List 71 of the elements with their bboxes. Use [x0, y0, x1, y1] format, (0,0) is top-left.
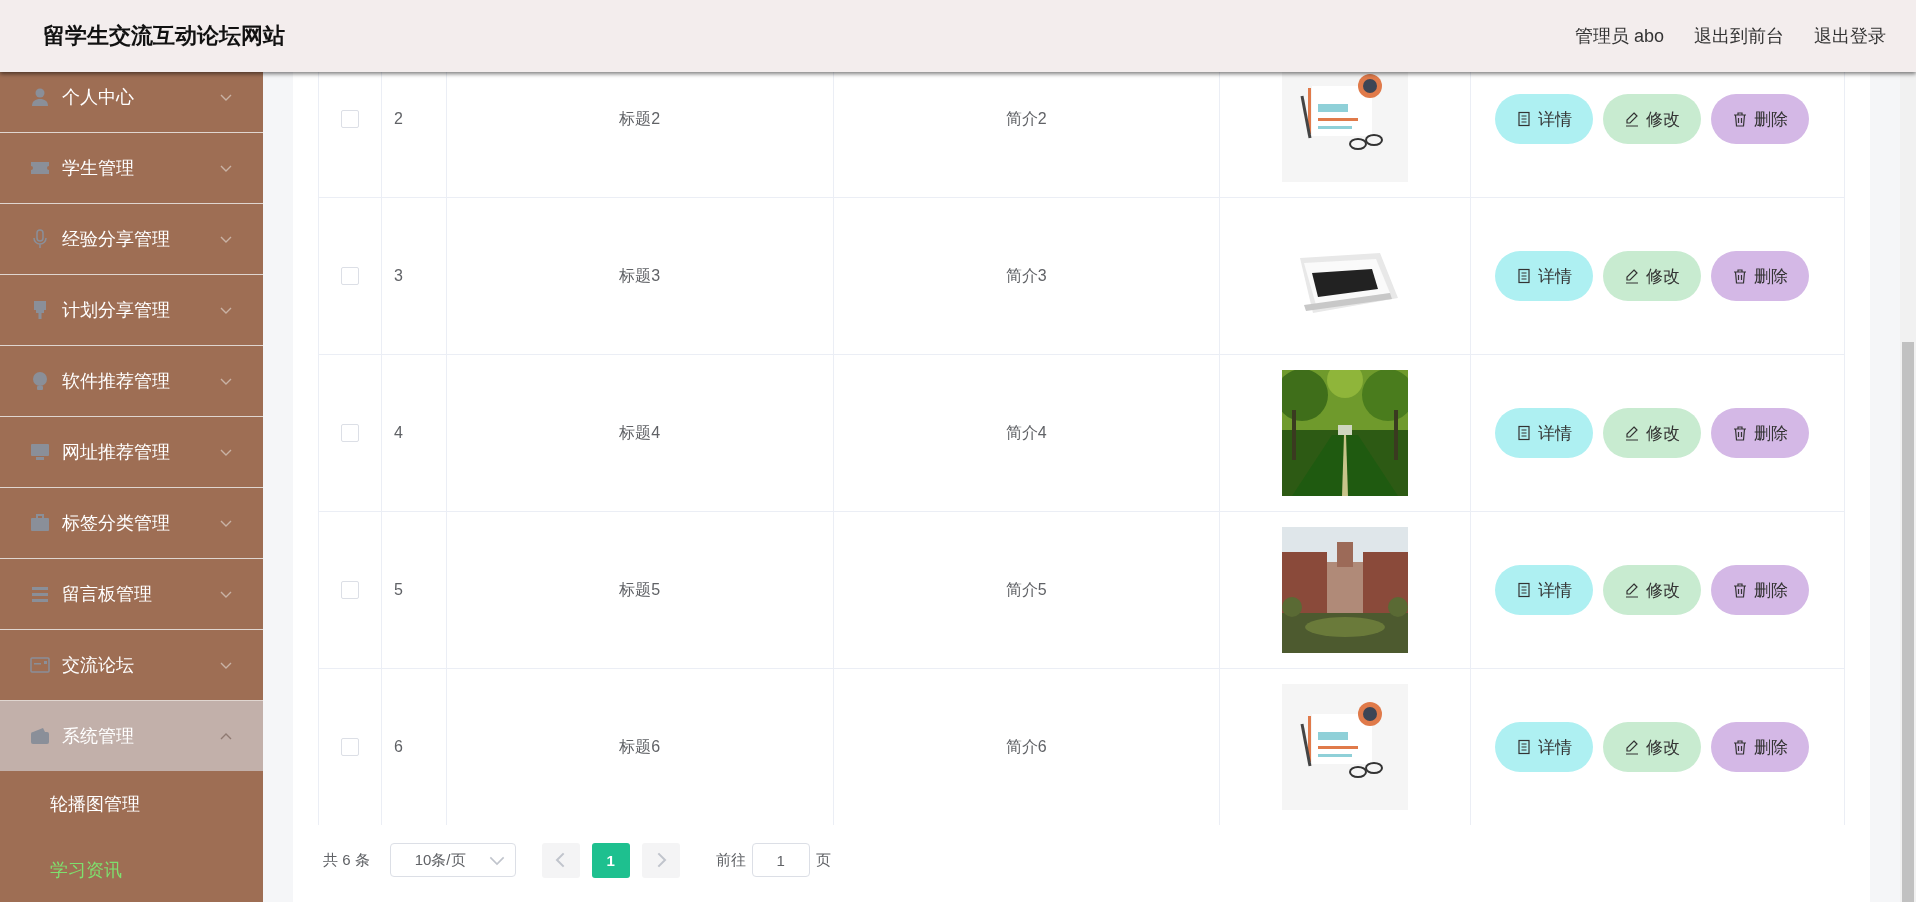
row-checkbox[interactable] [341, 581, 359, 600]
bulb-icon [30, 371, 50, 391]
edit-button[interactable]: 修改 [1603, 251, 1701, 301]
detail-button[interactable]: 详情 [1495, 722, 1593, 772]
table-cell: 简介6 [1005, 737, 1047, 755]
detail-button[interactable]: 详情 [1495, 408, 1593, 458]
row-checkbox[interactable] [341, 738, 359, 757]
site-title: 留学生交流互动论坛网站 [43, 22, 285, 50]
pencil-icon [1624, 739, 1640, 755]
row-index: 6 [394, 738, 403, 755]
detail-button[interactable]: 详情 [1495, 251, 1593, 301]
wallet-icon [30, 726, 50, 746]
edit-button[interactable]: 修改 [1603, 722, 1701, 772]
delete-button[interactable]: 删除 [1711, 408, 1809, 458]
trash-icon [1732, 582, 1748, 598]
document-icon [1516, 425, 1532, 441]
table-cell: 标题4 [619, 423, 661, 441]
document-icon [1516, 582, 1532, 598]
delete-button[interactable]: 删除 [1711, 565, 1809, 615]
table-cell: 简介2 [1005, 109, 1047, 127]
header-link[interactable]: 退出到前台 [1694, 24, 1784, 48]
trash-icon [1732, 268, 1748, 284]
row-checkbox[interactable] [341, 424, 359, 443]
page-suffix: 页 [815, 850, 831, 870]
table-cell: 简介5 [1005, 580, 1047, 598]
delete-button[interactable]: 删除 [1711, 94, 1809, 144]
delete-button[interactable]: 删除 [1711, 251, 1809, 301]
table-cell: 标题6 [619, 737, 661, 755]
trash-icon [1732, 739, 1748, 755]
trash-icon [1732, 111, 1748, 127]
list-icon [30, 584, 50, 604]
card-icon [30, 655, 50, 675]
next-page-button[interactable] [641, 842, 680, 878]
pencil-icon [1624, 268, 1640, 284]
pencil-icon [1624, 425, 1640, 441]
detail-button[interactable]: 详情 [1495, 565, 1593, 615]
page-size-select[interactable]: 10条/页 [389, 843, 516, 877]
detail-button[interactable]: 详情 [1495, 94, 1593, 144]
pencil-icon [1624, 582, 1640, 598]
goto-label: 前往 [715, 850, 746, 870]
prev-page-button[interactable] [541, 842, 580, 878]
document-icon [1516, 739, 1532, 755]
person-icon [30, 87, 50, 107]
trash-icon [1732, 425, 1748, 441]
pencil-icon [1624, 111, 1640, 127]
document-icon [1516, 111, 1532, 127]
delete-button[interactable]: 删除 [1711, 722, 1809, 772]
header-link[interactable]: 退出登录 [1814, 24, 1886, 48]
submenu-item[interactable]: 轮播图管理 [0, 771, 263, 837]
edit-button[interactable]: 修改 [1603, 408, 1701, 458]
total-count: 共 6 条 [323, 850, 370, 870]
table-cell: 简介4 [1005, 423, 1047, 441]
row-index: 4 [394, 424, 403, 441]
briefcase-icon [30, 513, 50, 533]
edit-button[interactable]: 修改 [1603, 565, 1701, 615]
row-checkbox[interactable] [341, 267, 359, 286]
row-index: 3 [394, 267, 403, 284]
header-link[interactable]: 管理员 abo [1574, 24, 1664, 48]
row-index: 2 [394, 110, 403, 127]
table-cell: 标题5 [619, 580, 661, 598]
table-cell: 简介3 [1005, 266, 1047, 284]
table-cell: 标题2 [619, 109, 661, 127]
scrollbar-thumb[interactable] [1902, 342, 1914, 902]
table-cell: 标题3 [619, 266, 661, 284]
page-input[interactable]: 1 [751, 843, 810, 877]
row-checkbox[interactable] [341, 110, 359, 129]
monitor-icon [30, 442, 50, 462]
row-index: 5 [394, 581, 403, 598]
document-icon [1516, 268, 1532, 284]
edit-button[interactable]: 修改 [1603, 94, 1701, 144]
microphone-icon [30, 229, 50, 249]
